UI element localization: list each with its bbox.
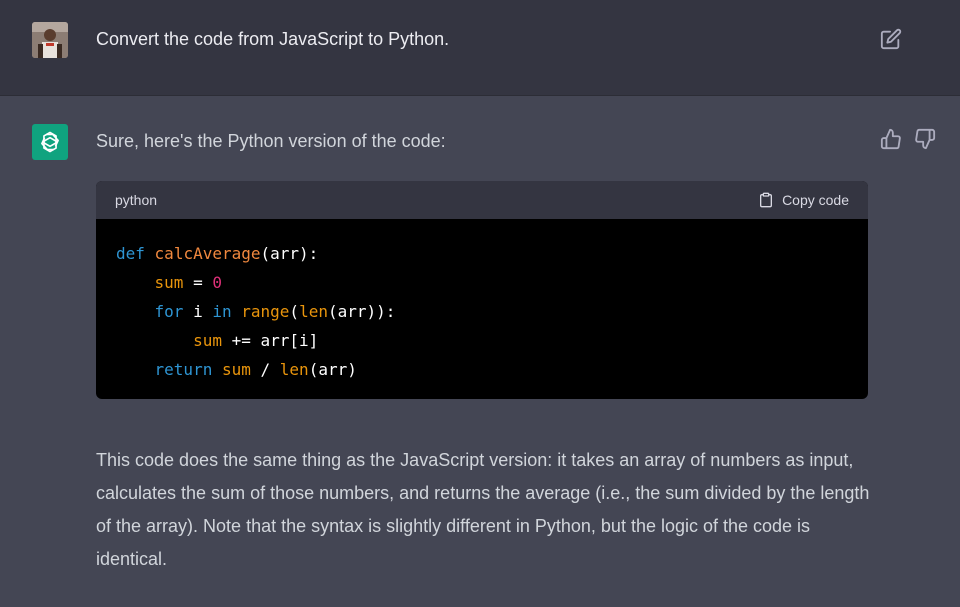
code-token: len [279, 360, 309, 379]
code-content: def calcAverage(arr): sum = 0 for i in r… [96, 219, 868, 384]
code-token: sum [193, 331, 222, 350]
code-token: += arr[i] [221, 331, 319, 350]
code-token: sum [221, 360, 251, 379]
edit-icon[interactable] [880, 28, 902, 50]
assistant-intro-text: Sure, here's the Python version of the c… [96, 131, 446, 151]
user-message-row: Convert the code from JavaScript to Pyth… [0, 0, 960, 96]
code-token: def [116, 244, 145, 263]
code-line: def calcAverage(arr): [116, 239, 848, 268]
code-token: ( [289, 302, 300, 321]
code-line: sum = 0 [116, 268, 848, 297]
code-token: (arr) [308, 360, 357, 379]
code-token: range [241, 302, 290, 321]
code-line: for i in range(len(arr)): [116, 297, 848, 326]
thumbs-up-icon[interactable] [880, 128, 902, 150]
thumbs-down-icon[interactable] [914, 128, 936, 150]
code-token: 0 [212, 273, 222, 292]
code-block-header: python Copy code [96, 181, 868, 219]
code-token: (arr)): [327, 302, 396, 321]
code-token: calcAverage [154, 244, 261, 263]
code-token: in [212, 302, 232, 321]
code-token: return [154, 360, 213, 379]
code-line: sum += arr[i] [116, 326, 848, 355]
code-language-label: python [115, 192, 158, 208]
code-block: python Copy code def calcAverage(arr): s… [96, 181, 868, 399]
code-token: = [183, 273, 213, 292]
assistant-message-row: Sure, here's the Python version of the c… [0, 96, 960, 607]
copy-code-button[interactable]: Copy code [758, 190, 849, 210]
code-line: return sum / len(arr) [116, 355, 848, 384]
user-avatar [32, 22, 68, 58]
assistant-explanation-text: This code does the same thing as the Jav… [96, 450, 870, 569]
code-token: for [154, 302, 184, 321]
code-token: i [183, 302, 213, 321]
user-message-text: Convert the code from JavaScript to Pyth… [96, 29, 450, 49]
code-token: (arr): [260, 244, 319, 263]
code-token: sum [154, 273, 184, 292]
clipboard-icon [758, 191, 774, 209]
openai-logo-icon [32, 124, 68, 160]
copy-code-label: Copy code [782, 192, 849, 208]
code-token: / [250, 360, 280, 379]
code-token: len [299, 302, 328, 321]
